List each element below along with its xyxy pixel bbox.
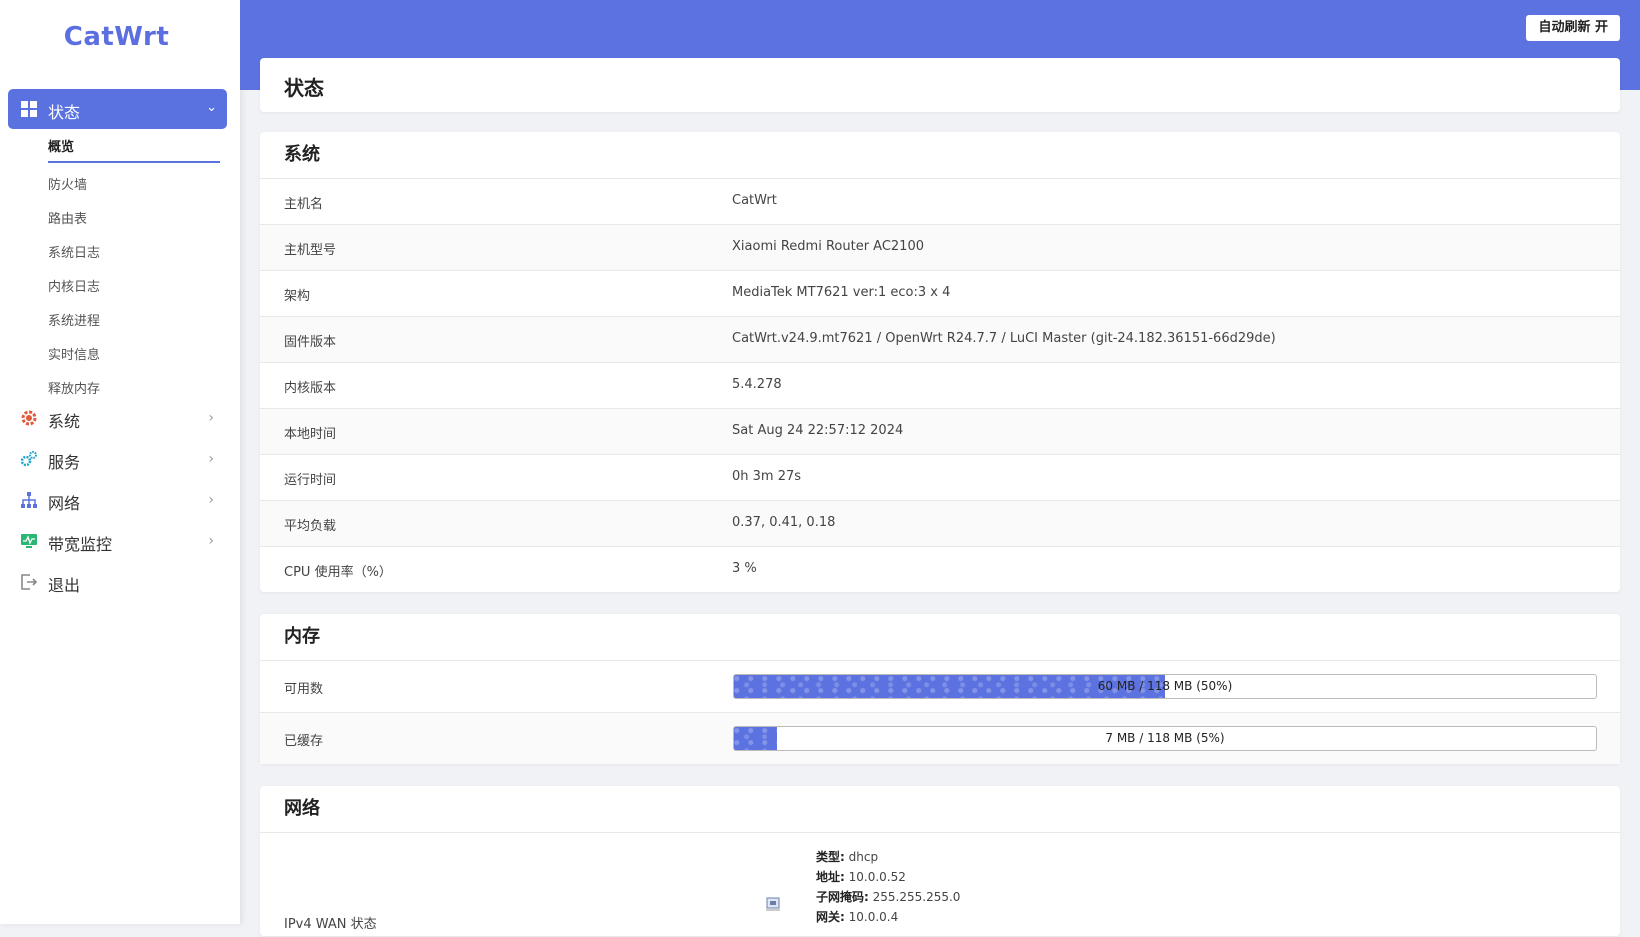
row-key: 运行时间 xyxy=(284,473,337,488)
table-row: 本地时间 Sat Aug 24 22:57:12 2024 xyxy=(260,409,1620,455)
row-value: MediaTek MT7621 ver:1 eco:3 x 4 xyxy=(732,285,951,300)
row-value: 3 % xyxy=(732,561,757,576)
row-key: 内核版本 xyxy=(284,381,337,396)
chevron-right-icon: › xyxy=(208,533,214,549)
table-row: 主机名 CatWrt xyxy=(260,179,1620,225)
info-value: dhcp xyxy=(848,850,879,864)
row-key: 可用数 xyxy=(284,682,324,697)
row-key: 固件版本 xyxy=(284,335,337,350)
info-key: 网关: xyxy=(816,910,845,924)
sidebar-item-label: 退出 xyxy=(48,576,81,595)
dashboard-icon xyxy=(21,101,37,117)
info-value: 10.0.0.52 xyxy=(848,870,906,884)
logout-icon xyxy=(21,574,38,590)
row-value: Sat Aug 24 22:57:12 2024 xyxy=(732,423,904,438)
submenu-item-kernel-log[interactable]: 内核日志 xyxy=(48,271,220,305)
chevron-right-icon: › xyxy=(208,451,214,467)
table-row: 架构 MediaTek MT7621 ver:1 eco:3 x 4 xyxy=(260,271,1620,317)
sidebar-item-label: 状态 xyxy=(48,103,81,122)
info-key: 子网掩码: xyxy=(816,890,869,904)
sidebar-item-label: 服务 xyxy=(48,453,81,472)
wan-info: 类型: dhcp 地址: 10.0.0.52 子网掩码: 255.255.255… xyxy=(816,847,960,927)
row-value: 0.37, 0.41, 0.18 xyxy=(732,515,836,530)
gear-icon xyxy=(21,410,37,426)
system-section: 系统 主机名 CatWrt 主机型号 Xiaomi Redmi Router AC2… xyxy=(260,132,1620,592)
page-title: 状态 xyxy=(284,76,324,100)
section-title-network: 网络 xyxy=(260,786,1620,833)
sidebar-item-bandwidth-monitor[interactable]: 带宽监控 › xyxy=(20,527,220,557)
row-key: 主机名 xyxy=(284,197,324,212)
network-icon xyxy=(21,492,37,508)
memory-row-available: 可用数 60 MB / 118 MB (50%) xyxy=(260,661,1620,713)
submenu-item-realtime[interactable]: 实时信息 xyxy=(48,339,220,373)
monitor-icon xyxy=(21,534,37,548)
row-value: 5.4.278 xyxy=(732,377,782,392)
row-key: 平均负载 xyxy=(284,519,337,534)
table-row: 内核版本 5.4.278 xyxy=(260,363,1620,409)
ethernet-port-icon xyxy=(766,897,780,911)
row-value: Xiaomi Redmi Router AC2100 xyxy=(732,239,924,254)
chevron-right-icon: › xyxy=(208,492,214,508)
sidebar-item-label: 带宽监控 xyxy=(48,535,113,554)
app-logo[interactable]: CatWrt xyxy=(0,22,233,52)
sidebar-item-network[interactable]: 网络 › xyxy=(20,486,220,516)
section-title-system: 系统 xyxy=(260,132,1620,179)
network-section: 网络 IPv4 WAN 状态 类型: dhcp 地址: 10.0.0.52 子网… xyxy=(260,786,1620,936)
progress-text: 60 MB / 118 MB (50%) xyxy=(1097,679,1233,693)
row-key: 架构 xyxy=(284,289,311,304)
submenu-item-free-memory[interactable]: 释放内存 xyxy=(48,373,220,407)
row-key: CPU 使用率（%） xyxy=(284,565,392,580)
services-icon xyxy=(20,451,37,467)
sidebar-item-logout[interactable]: 退出 xyxy=(20,568,220,598)
sidebar-item-system[interactable]: 系统 › xyxy=(20,404,220,434)
sidebar-item-status[interactable]: 状态 ⌄ xyxy=(8,89,227,129)
memory-section: 内存 可用数 60 MB / 118 MB (50%) 已缓存 7 MB / 1… xyxy=(260,614,1620,764)
auto-refresh-toggle[interactable]: 自动刷新 开 xyxy=(1526,15,1620,41)
info-value: 255.255.255.0 xyxy=(872,890,961,904)
sidebar: CatWrt 状态 ⌄ 概览 防火墙 路由表 系统日志 内核日志 系统进程 实时… xyxy=(0,0,240,924)
wan-gateway: 网关: 10.0.0.4 xyxy=(816,907,960,927)
page-title-card: 状态 xyxy=(260,58,1620,112)
table-row: 运行时间 0h 3m 27s xyxy=(260,455,1620,501)
row-value: CatWrt.v24.9.mt7621 / OpenWrt R24.7.7 / … xyxy=(732,331,1276,346)
table-row: 平均负载 0.37, 0.41, 0.18 xyxy=(260,501,1620,547)
sidebar-item-services[interactable]: 服务 › xyxy=(20,445,220,475)
progress-text: 7 MB / 118 MB (5%) xyxy=(1105,731,1225,745)
row-value: CatWrt xyxy=(732,193,777,208)
sidebar-item-label: 网络 xyxy=(48,494,81,513)
submenu-status: 概览 防火墙 路由表 系统日志 内核日志 系统进程 实时信息 释放内存 xyxy=(48,135,220,407)
section-title-memory: 内存 xyxy=(260,614,1620,661)
system-table: 主机名 CatWrt 主机型号 Xiaomi Redmi Router AC2100… xyxy=(260,179,1620,592)
submenu-item-routes[interactable]: 路由表 xyxy=(48,203,220,237)
submenu-item-overview[interactable]: 概览 xyxy=(48,135,220,163)
info-key: 类型: xyxy=(816,850,845,864)
submenu-item-syslog[interactable]: 系统日志 xyxy=(48,237,220,271)
chevron-down-icon: ⌄ xyxy=(206,100,217,115)
ipv4-wan-row: IPv4 WAN 状态 类型: dhcp 地址: 10.0.0.52 子网掩码:… xyxy=(260,833,1620,937)
wan-address: 地址: 10.0.0.52 xyxy=(816,867,960,887)
table-row: 固件版本 CatWrt.v24.9.mt7621 / OpenWrt R24.7.… xyxy=(260,317,1620,363)
chevron-right-icon: › xyxy=(208,410,214,426)
row-key: 主机型号 xyxy=(284,243,337,258)
row-value: 0h 3m 27s xyxy=(732,469,802,484)
memory-row-cached: 已缓存 7 MB / 118 MB (5%) xyxy=(260,713,1620,764)
progress-bar: 7 MB / 118 MB (5%) xyxy=(733,726,1597,751)
table-row: CPU 使用率（%） 3 % xyxy=(260,547,1620,592)
info-value: 10.0.0.4 xyxy=(848,910,899,924)
info-key: 地址: xyxy=(816,870,845,884)
sidebar-item-label: 系统 xyxy=(48,412,81,431)
row-key: 本地时间 xyxy=(284,427,337,442)
progress-bar: 60 MB / 118 MB (50%) xyxy=(733,674,1597,699)
wan-type: 类型: dhcp xyxy=(816,847,960,867)
row-key: IPv4 WAN 状态 xyxy=(284,917,377,932)
row-key: 已缓存 xyxy=(284,734,324,749)
wan-netmask: 子网掩码: 255.255.255.0 xyxy=(816,887,960,907)
table-row: 主机型号 Xiaomi Redmi Router AC2100 xyxy=(260,225,1620,271)
submenu-item-firewall[interactable]: 防火墙 xyxy=(48,169,220,203)
submenu-item-processes[interactable]: 系统进程 xyxy=(48,305,220,339)
